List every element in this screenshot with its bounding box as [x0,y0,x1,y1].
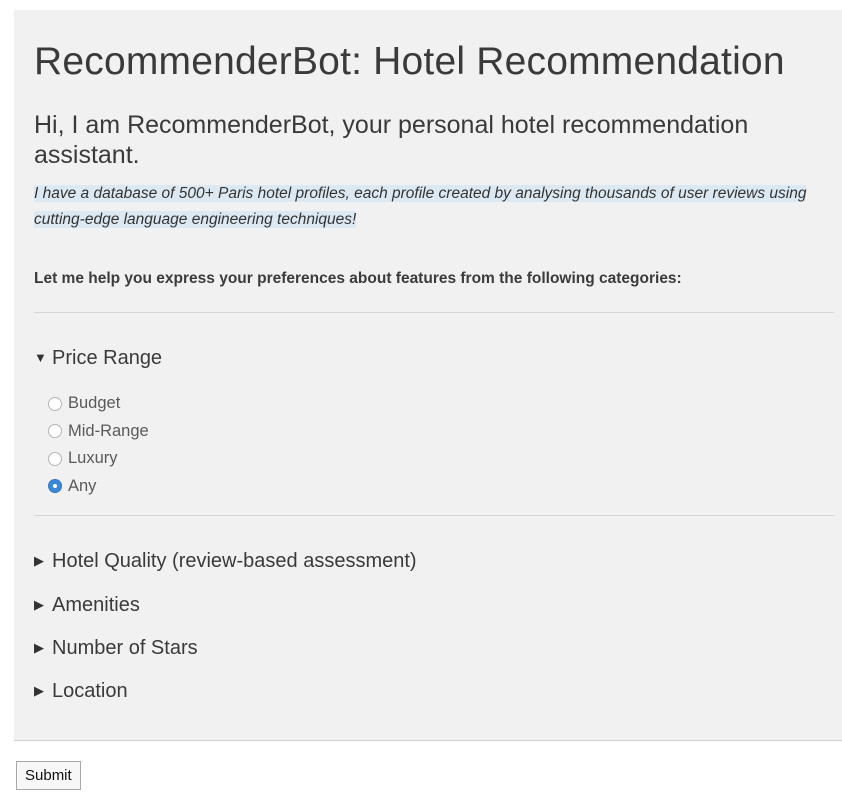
radio-option-luxury[interactable]: Luxury [48,445,149,473]
section-price-range[interactable]: ▼ Price Range [34,347,162,370]
section-label: Amenities [52,594,140,616]
radio-label: Mid-Range [68,421,149,440]
section-label: Number of Stars [52,637,198,659]
triangle-right-icon: ▶ [34,640,44,655]
divider [14,740,842,741]
radio-option-any[interactable]: Any [48,473,149,501]
radio-unchecked-icon[interactable] [48,424,62,439]
section-label: Price Range [52,347,163,369]
section-label: Location [52,680,128,702]
page-title: RecommenderBot: Hotel Recommendation [34,40,785,83]
section-amenities[interactable]: ▶ Amenities [34,594,140,617]
triangle-down-icon: ▼ [34,350,47,365]
section-number-of-stars[interactable]: ▶ Number of Stars [34,637,198,660]
radio-label: Budget [68,394,121,413]
divider [34,515,834,516]
recommender-panel: RecommenderBot: Hotel Recommendation Hi,… [14,10,842,740]
triangle-right-icon: ▶ [34,553,44,568]
radio-label: Any [68,476,97,495]
triangle-right-icon: ▶ [34,683,44,698]
section-location[interactable]: ▶ Location [34,680,128,703]
price-range-options: Budget Mid-Range Luxury Any [48,390,149,500]
radio-unchecked-icon[interactable] [48,451,62,466]
radio-option-mid-range[interactable]: Mid-Range [48,418,149,446]
section-label: Hotel Quality (review-based assessment) [52,550,417,572]
intro-text: I have a database of 500+ Paris hotel pr… [34,181,824,233]
radio-unchecked-icon[interactable] [48,396,62,411]
triangle-right-icon: ▶ [34,597,44,612]
greeting-text: Hi, I am RecommenderBot, your personal h… [34,111,749,169]
radio-label: Luxury [68,449,118,468]
submit-button[interactable]: Submit [16,761,81,790]
radio-checked-icon[interactable] [48,479,62,494]
section-hotel-quality[interactable]: ▶ Hotel Quality (review-based assessment) [34,550,417,573]
radio-option-budget[interactable]: Budget [48,390,149,418]
divider [34,312,834,313]
preferences-prompt: Let me help you express your preferences… [34,270,682,287]
intro-highlight: I have a database of 500+ Paris hotel pr… [34,185,807,228]
